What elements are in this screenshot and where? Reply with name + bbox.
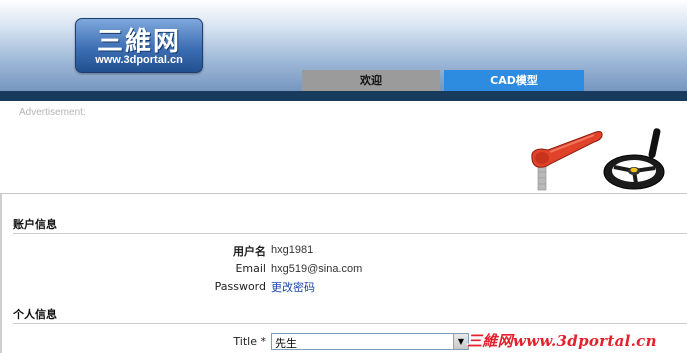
header-divider-bar: [0, 91, 687, 101]
tab-welcome[interactable]: 欢迎: [302, 70, 440, 91]
username-label: 用户名: [233, 245, 266, 258]
account-section-title: 账户信息: [13, 218, 57, 231]
account-section-divider: [13, 233, 687, 234]
adjustable-lever-and-handwheel-icon[interactable]: [524, 124, 670, 194]
logo-title: 三維网: [96, 27, 181, 57]
advertisement-label: Advertisement:: [19, 107, 86, 118]
title-select[interactable]: 先生 ▼: [271, 333, 469, 350]
site-header: 三維网 www.3dportal.cn 欢迎 CAD模型: [0, 0, 687, 97]
personal-section-title: 个人信息: [13, 308, 57, 321]
tab-cad-models[interactable]: CAD模型: [444, 70, 584, 91]
personal-section-divider: [13, 323, 687, 324]
site-watermark: 三維网www.3dportal.cn: [467, 332, 657, 350]
change-password-link[interactable]: 更改密码: [271, 279, 315, 295]
chevron-down-icon[interactable]: ▼: [453, 334, 468, 349]
logo-subtitle: www.3dportal.cn: [95, 54, 183, 66]
email-value: hxg519@sina.com: [271, 263, 363, 275]
site-logo[interactable]: 三維网 www.3dportal.cn: [75, 18, 203, 73]
title-select-value: 先生: [275, 337, 297, 350]
password-label: Password: [214, 280, 266, 293]
email-label: Email: [235, 262, 266, 275]
content-left-border: [0, 194, 2, 353]
title-label: Title *: [233, 335, 266, 348]
username-value: hxg1981: [271, 244, 314, 256]
